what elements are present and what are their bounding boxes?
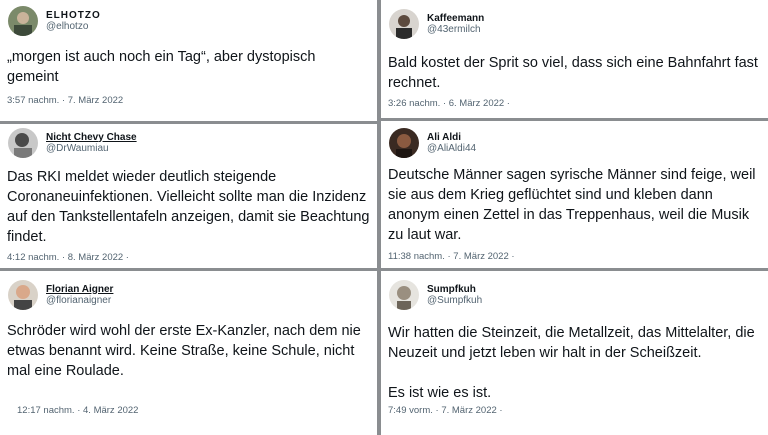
author-name[interactable]: Nicht Chevy Chase [46, 132, 137, 144]
tweet-timestamp[interactable]: 7:49 vorm. · 7. März 2022 · [388, 405, 503, 416]
avatar[interactable] [389, 280, 419, 310]
tweet-timestamp[interactable]: 12:17 nachm. · 4. März 2022 [17, 405, 138, 416]
tweet-text: Deutsche Männer sagen syrische Männer si… [388, 167, 756, 243]
author-handle[interactable]: @43ermilch [427, 24, 484, 36]
tweet-timestamp[interactable]: 3:57 nachm. · 7. März 2022 [7, 95, 123, 106]
tweet-text: Wir hatten die Steinzeit, die Metallzeit… [388, 325, 755, 401]
tweet-card[interactable]: Kaffeemann @43ermilch Bald kostet der Sp… [381, 0, 768, 118]
tweet-card[interactable]: ELHOTZO @elhotzo „morgen ist auch noch e… [0, 0, 377, 121]
tweet-card[interactable]: Nicht Chevy Chase @DrWaumiau Das RKI mel… [0, 124, 377, 268]
author-handle[interactable]: @elhotzo [46, 21, 101, 33]
avatar[interactable] [8, 280, 38, 310]
tweet-timestamp[interactable]: 3:26 nachm. · 6. März 2022 · [388, 98, 510, 109]
author-handle[interactable]: @Sumpfkuh [427, 295, 482, 307]
tweet-text: Das RKI meldet wieder deutlich steigende… [7, 169, 370, 245]
tweet-card[interactable]: Sumpfkuh @Sumpfkuh Wir hatten die Steinz… [381, 271, 768, 435]
tweet-text: „morgen ist auch noch ein Tag“, aber dys… [7, 49, 316, 85]
tweet-text: Bald kostet der Sprit so viel, dass sich… [388, 55, 758, 91]
author-handle[interactable]: @florianaigner [46, 295, 113, 307]
tweet-card[interactable]: Florian Aigner @florianaigner Schröder w… [0, 271, 377, 435]
avatar[interactable] [8, 128, 38, 158]
author-name[interactable]: Kaffeemann [427, 13, 484, 25]
author-name[interactable]: Sumpfkuh [427, 284, 482, 296]
tweet-card[interactable]: Ali Aldi @AliAldi44 Deutsche Männer sage… [381, 121, 768, 268]
author-handle[interactable]: @DrWaumiau [46, 143, 137, 155]
author-handle[interactable]: @AliAldi44 [427, 143, 476, 155]
avatar[interactable] [8, 6, 38, 36]
avatar[interactable] [389, 9, 419, 39]
author-name[interactable]: Ali Aldi [427, 132, 476, 144]
tweet-timestamp[interactable]: 11:38 nachm. · 7. März 2022 · [388, 251, 515, 262]
tweet-timestamp[interactable]: 4:12 nachm. · 8. März 2022 · [7, 252, 129, 263]
author-name[interactable]: ELHOTZO [46, 10, 101, 22]
avatar[interactable] [389, 128, 419, 158]
tweet-text: Schröder wird wohl der erste Ex-Kanzler,… [7, 323, 361, 379]
author-name[interactable]: Florian Aigner [46, 284, 113, 296]
